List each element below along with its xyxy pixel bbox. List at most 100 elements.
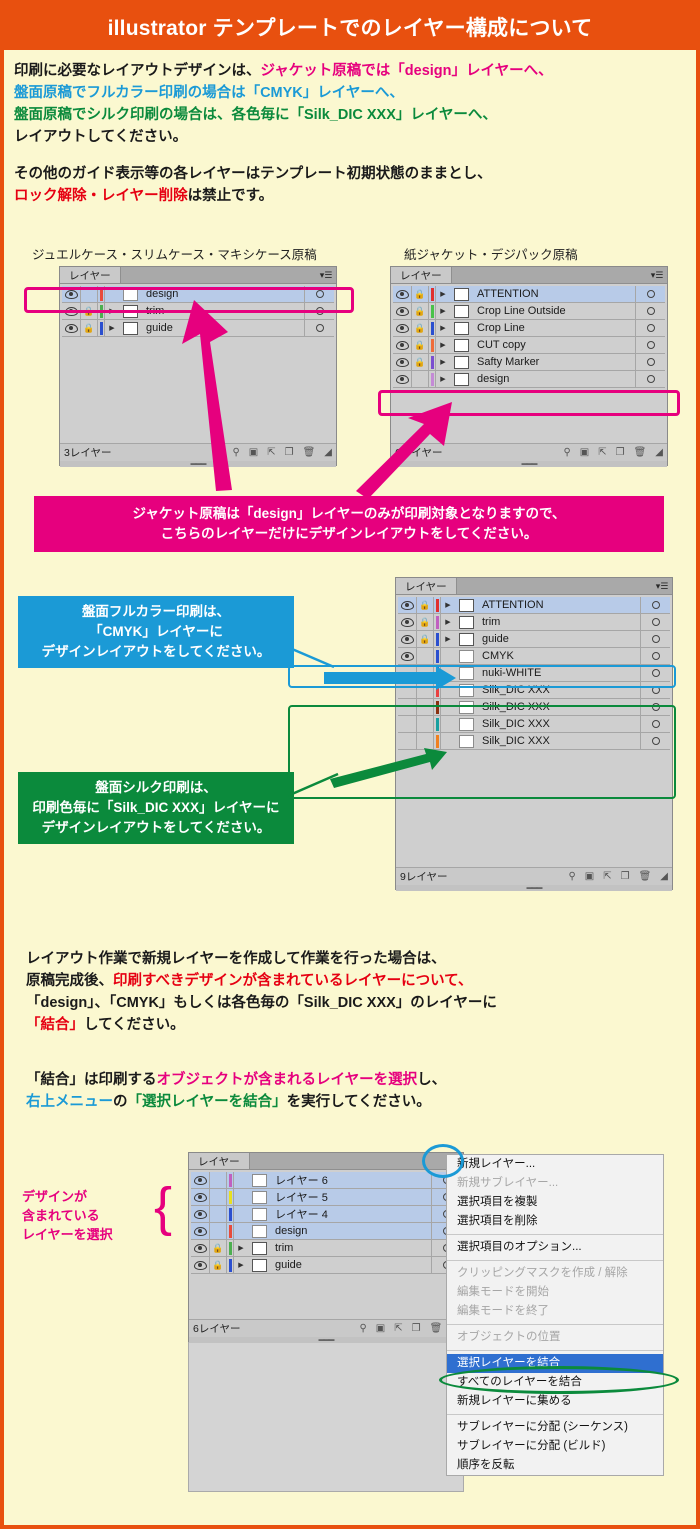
visibility-toggle[interactable]	[398, 614, 417, 630]
lock-toggle[interactable]: 🔒	[417, 631, 434, 647]
visibility-toggle[interactable]	[393, 354, 412, 370]
expand-triangle-icon[interactable]: ▶	[441, 635, 455, 643]
layer-name[interactable]: trim	[477, 616, 640, 628]
target-indicator[interactable]	[635, 371, 665, 387]
search-icon[interactable]: ⚲	[232, 447, 239, 458]
visibility-toggle[interactable]	[191, 1172, 210, 1188]
search-icon[interactable]: ⚲	[568, 871, 575, 882]
layer-name[interactable]: Crop Line Outside	[472, 305, 635, 317]
layer-name[interactable]: レイヤー 4	[270, 1206, 431, 1222]
make-clipping-mask-icon[interactable]: ▣	[249, 447, 258, 458]
lock-toggle[interactable]	[210, 1206, 227, 1222]
expand-triangle-icon[interactable]: ▶	[105, 324, 119, 332]
layer-name[interactable]: Safty Marker	[472, 356, 635, 368]
layer-row[interactable]: CMYK	[398, 648, 670, 665]
lock-toggle[interactable]: 🔒	[412, 320, 429, 336]
layer-row[interactable]: 🔒 ▶ guide	[398, 631, 670, 648]
delete-layer-icon[interactable]: 🗑	[303, 447, 316, 458]
visibility-eye-icon[interactable]	[193, 1192, 207, 1202]
visibility-toggle[interactable]	[398, 597, 417, 613]
layer-name[interactable]: ATTENTION	[472, 288, 635, 300]
visibility-eye-icon[interactable]	[395, 289, 409, 299]
layer-row[interactable]: 🔒 ▶ ATTENTION	[398, 597, 670, 614]
lock-toggle[interactable]: 🔒	[417, 614, 434, 630]
visibility-eye-icon[interactable]	[395, 306, 409, 316]
visibility-eye-icon[interactable]	[400, 600, 414, 610]
layer-name[interactable]: trim	[270, 1242, 431, 1254]
menu-item[interactable]: サブレイヤーに分配 (シーケンス)	[447, 1418, 663, 1437]
expand-triangle-icon[interactable]: ▶	[234, 1244, 248, 1252]
menu-item[interactable]: 新規レイヤー...	[447, 1155, 663, 1174]
create-new-layer-icon[interactable]: ❐	[616, 447, 625, 458]
layers-panel-paper-jacket[interactable]: レイヤー ▾☰ 🔒 ▶ ATTENTION 🔒 ▶ Crop Line Outside 🔒 ▶…	[390, 266, 668, 467]
layer-row[interactable]: 🔒 ▶ ATTENTION	[393, 286, 665, 303]
layer-name[interactable]: guide	[270, 1259, 431, 1271]
resize-grip-icon[interactable]: ◢	[324, 447, 332, 458]
panel-menu-icon[interactable]: ▾☰	[655, 580, 669, 592]
target-indicator[interactable]	[304, 320, 334, 336]
lock-toggle[interactable]: 🔒	[412, 286, 429, 302]
layer-row[interactable]: 🔒 ▶ guide	[191, 1257, 461, 1274]
layer-name[interactable]: Crop Line	[472, 322, 635, 334]
expand-triangle-icon[interactable]: ▶	[436, 324, 450, 332]
visibility-toggle[interactable]	[191, 1240, 210, 1256]
visibility-toggle[interactable]	[393, 337, 412, 353]
lock-toggle[interactable]	[210, 1223, 227, 1239]
visibility-eye-icon[interactable]	[400, 634, 414, 644]
panel-tab-layers[interactable]: レイヤー	[189, 1153, 250, 1169]
layer-row[interactable]: 🔒 ▶ trim	[398, 614, 670, 631]
visibility-toggle[interactable]	[62, 320, 81, 336]
delete-layer-icon[interactable]: 🗑	[639, 871, 652, 882]
lock-toggle[interactable]: 🔒	[210, 1240, 227, 1256]
layer-name[interactable]: design	[472, 373, 635, 385]
search-icon[interactable]: ⚲	[563, 447, 570, 458]
resize-grip-icon[interactable]: ◢	[655, 447, 663, 458]
visibility-toggle[interactable]	[191, 1223, 210, 1239]
visibility-toggle[interactable]	[398, 648, 417, 664]
target-indicator[interactable]	[635, 354, 665, 370]
visibility-toggle[interactable]	[393, 371, 412, 387]
expand-triangle-icon[interactable]: ▶	[436, 341, 450, 349]
layer-name[interactable]: CUT copy	[472, 339, 635, 351]
layer-row[interactable]: 🔒 ▶ Crop Line	[393, 320, 665, 337]
visibility-toggle[interactable]	[393, 286, 412, 302]
delete-layer-icon[interactable]: 🗑	[430, 1323, 443, 1334]
layer-row[interactable]: 🔒 ▶ guide	[62, 320, 334, 337]
expand-triangle-icon[interactable]: ▶	[436, 358, 450, 366]
visibility-toggle[interactable]	[191, 1257, 210, 1273]
panel-grip[interactable]: ▬▬▬	[189, 1337, 463, 1343]
panel-tab-layers[interactable]: レイヤー	[60, 267, 121, 283]
menu-item[interactable]: 新規レイヤーに集める	[447, 1392, 663, 1411]
panel-grip[interactable]: ▬▬▬	[391, 461, 667, 467]
target-indicator[interactable]	[635, 320, 665, 336]
visibility-toggle[interactable]	[191, 1189, 210, 1205]
menu-item[interactable]: 選択項目を複製	[447, 1193, 663, 1212]
visibility-eye-icon[interactable]	[395, 357, 409, 367]
target-indicator[interactable]	[635, 303, 665, 319]
visibility-toggle[interactable]	[398, 631, 417, 647]
layer-row[interactable]: レイヤー 4	[191, 1206, 461, 1223]
layer-row[interactable]: 🔒 ▶ CUT copy	[393, 337, 665, 354]
layer-name[interactable]: レイヤー 6	[270, 1172, 431, 1188]
lock-toggle[interactable]: 🔒	[81, 320, 98, 336]
create-new-layer-icon[interactable]: ❐	[285, 447, 294, 458]
layers-panel-merge-example[interactable]: レイヤー ▾☰ レイヤー 6レイヤー 5レイヤー 4design🔒▶trim🔒▶…	[188, 1152, 464, 1343]
lock-toggle[interactable]: 🔒	[412, 303, 429, 319]
lock-toggle[interactable]	[412, 371, 429, 387]
panel-grip[interactable]: ▬▬▬	[396, 885, 672, 891]
visibility-eye-icon[interactable]	[400, 651, 414, 661]
expand-triangle-icon[interactable]: ▶	[436, 290, 450, 298]
target-indicator[interactable]	[635, 337, 665, 353]
layer-row[interactable]: 🔒 ▶ Safty Marker	[393, 354, 665, 371]
visibility-toggle[interactable]	[393, 303, 412, 319]
layer-name[interactable]: guide	[141, 322, 304, 334]
lock-toggle[interactable]: 🔒	[412, 354, 429, 370]
resize-grip-icon[interactable]: ◢	[660, 871, 668, 882]
panel-grip[interactable]: ▬▬▬	[60, 461, 336, 467]
lock-toggle[interactable]: 🔒	[417, 597, 434, 613]
create-new-layer-icon[interactable]: ❐	[412, 1323, 421, 1334]
layer-name[interactable]: CMYK	[477, 650, 640, 662]
make-clipping-mask-icon[interactable]: ▣	[580, 447, 589, 458]
visibility-eye-icon[interactable]	[193, 1175, 207, 1185]
layer-row[interactable]: レイヤー 6	[191, 1172, 461, 1189]
